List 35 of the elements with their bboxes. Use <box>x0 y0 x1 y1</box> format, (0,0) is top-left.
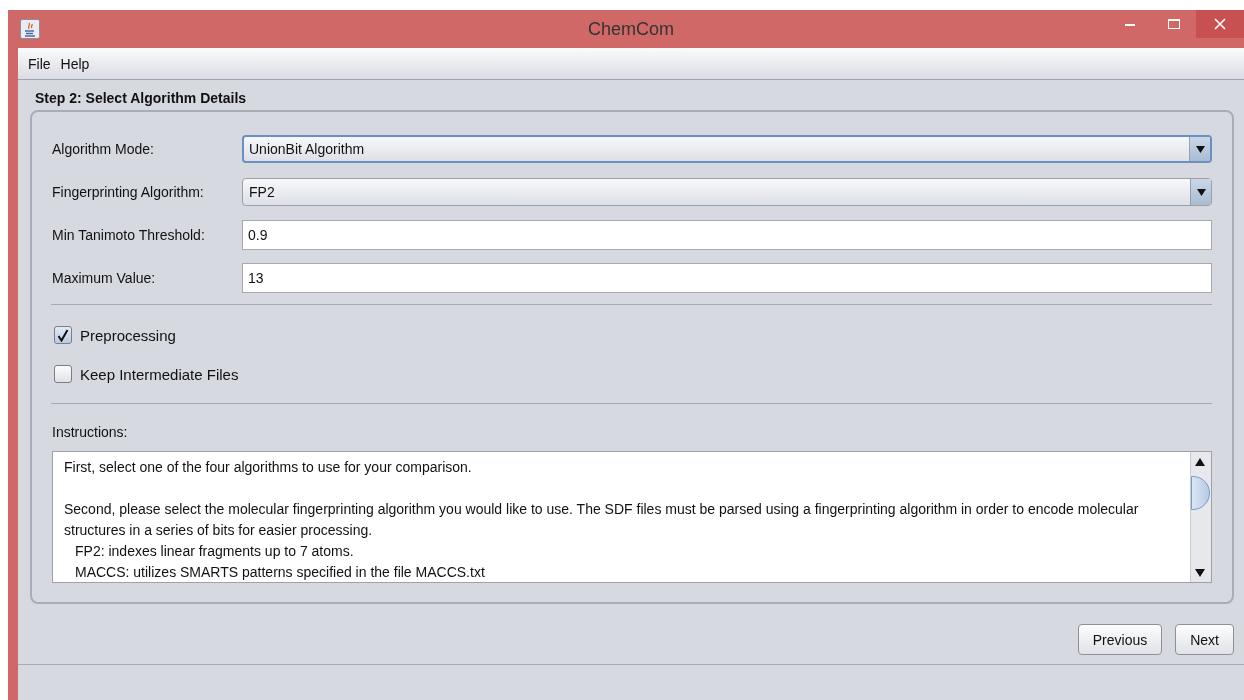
dropdown[interactable]: UnionBit Algorithm <box>242 135 1212 163</box>
step-title: Step 2: Select Algorithm Details <box>35 90 247 106</box>
checkbox-label[interactable]: Keep Intermediate Files <box>80 365 239 383</box>
close-icon <box>1214 18 1226 30</box>
scroll-thumb[interactable] <box>1191 476 1210 510</box>
checkbox[interactable] <box>54 365 72 383</box>
list-item-text: MACCS: utilizes SMARTS patterns specified in the file MACCS.txt <box>74 563 486 582</box>
scroll-up-icon[interactable] <box>1195 457 1205 467</box>
dropdown-arrow-icon <box>1195 145 1205 153</box>
instructions-label: Instructions: <box>52 424 128 440</box>
menu-item[interactable]: File <box>28 55 51 72</box>
checkbox-label[interactable]: Preprocessing <box>80 326 176 344</box>
field-label: Algorithm Mode: <box>52 141 155 157</box>
minimize-icon <box>1125 22 1135 26</box>
input-field[interactable]: 13 <box>242 263 1212 293</box>
close-button[interactable] <box>1196 10 1244 38</box>
input-field[interactable]: 0.9 <box>242 220 1212 250</box>
scrollbar[interactable] <box>1190 452 1211 582</box>
window-title: ChemCom <box>588 18 674 39</box>
menu-item[interactable]: Help <box>60 55 90 72</box>
dropdown[interactable]: FP2 <box>242 178 1212 206</box>
instruction-paragraph: Second, please select the molecular fingerprinting algorithm you would like to use. The SDF files must be parsed using a fingerprinting algorithm in order to encode molecular structures in a series of bits for easier processing. <box>64 500 1140 540</box>
maximize-icon <box>1168 19 1180 29</box>
field-label: Fingerprinting Algorithm: <box>52 184 205 200</box>
list-item-text: FP2: indexes linear fragments up to 7 atoms. <box>74 542 355 561</box>
dropdown-arrow-icon <box>1196 188 1206 196</box>
wizard-button[interactable]: Next <box>1175 624 1234 655</box>
checkbox[interactable] <box>54 326 72 344</box>
java-cup-icon <box>20 19 40 39</box>
field-label: Maximum Value: <box>52 270 157 286</box>
wizard-button[interactable]: Previous <box>1077 624 1163 655</box>
instruction-paragraph: First, select one of the four algorithms to use for your comparison. <box>64 458 473 477</box>
checkmark-icon <box>57 328 69 342</box>
field-label: Min Tanimoto Threshold: <box>52 227 206 243</box>
scroll-down-icon[interactable] <box>1195 568 1205 578</box>
